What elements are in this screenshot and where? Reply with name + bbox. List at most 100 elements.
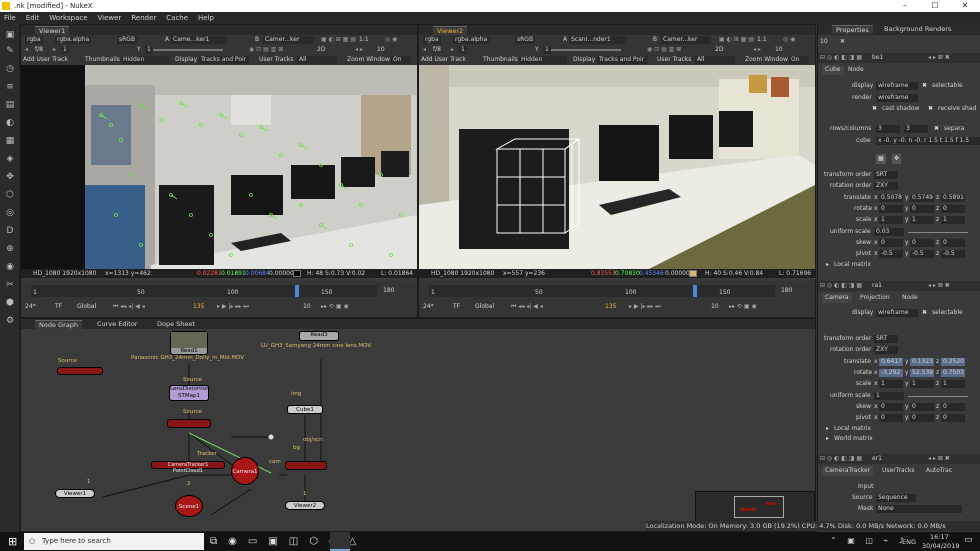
color-tool-icon[interactable]: ▤ (5, 100, 15, 110)
camera-translate-z-field[interactable]: 0.2520 (941, 358, 965, 366)
scanline-render-node-2[interactable] (285, 461, 327, 470)
camera-local-matrix-row[interactable]: ▸ Local matrix (818, 424, 980, 434)
user-tracks-dropdown[interactable]: All (297, 56, 337, 64)
pivot-y-field[interactable]: -0.5 (910, 250, 934, 258)
merge-tool-icon[interactable]: ◈ (5, 154, 15, 164)
gain-slider[interactable] (551, 49, 621, 51)
tab-node-graph[interactable]: Node Graph (35, 320, 82, 329)
tab-auto-tracks[interactable]: AutoTrac (926, 466, 952, 476)
y-field[interactable]: 1 (543, 46, 551, 54)
camera-transform-order-dropdown[interactable]: SRT (874, 335, 898, 343)
lens-distortion-node[interactable]: LensDistortion STMap1 (169, 385, 210, 401)
transport-back-icons[interactable]: ⏮ ◂◂ ◂| ◀ ◂ (511, 301, 543, 313)
metadata-tool-icon[interactable]: ⊕ (5, 244, 15, 254)
channels-dropdown[interactable]: rgba (423, 36, 441, 44)
timeline-track[interactable]: 1 50 100 150 (31, 285, 377, 297)
scale-y-field[interactable]: 1 (910, 216, 934, 224)
tab-camera[interactable]: Camera (822, 293, 852, 303)
user-tracks-dropdown[interactable]: All (695, 56, 735, 64)
cast-shadow-check-icon[interactable]: ✖ (872, 104, 877, 114)
frame-field[interactable]: 135 (193, 301, 204, 313)
notifications-icon[interactable]: ▭ (964, 535, 973, 545)
render-dropdown[interactable]: wireframe (876, 94, 918, 102)
camera-scale-y-field[interactable]: 1 (910, 380, 934, 388)
camera-uniform-scale-slider[interactable] (908, 396, 968, 397)
camera-translate-x-field[interactable]: 0.6417 (879, 358, 903, 366)
camera-pivot-x-field[interactable]: 0 (879, 414, 903, 422)
3d-tool-icon[interactable]: ⬡ (5, 190, 15, 200)
a-input-dropdown[interactable]: ScanI...nder1 (569, 36, 625, 44)
translate-z-field[interactable]: 0.5891 (941, 194, 965, 202)
cube1-node[interactable]: Cube1 (287, 405, 323, 414)
scanline-render-node[interactable] (167, 419, 211, 428)
filter-tool-icon[interactable]: ◐ (5, 118, 15, 128)
taskbar-nuke-icon[interactable] (330, 532, 350, 551)
viewer-tools-icons[interactable]: ◉ ⊡ ▤ ▥ ⊠ (647, 45, 681, 55)
playback-mode-icons[interactable]: ▸▸ ⟲ ▣ ◉ (729, 301, 757, 313)
cube-header-icons[interactable]: ⊟ ◎ ◐ ◧ ◨ ▦ (820, 53, 862, 63)
scene1-node[interactable]: Scene1 (175, 495, 203, 517)
ctracker-header-icons[interactable]: ⊟ ◎ ◐ ◧ ◨ ▦ (820, 454, 862, 464)
windows-start-icon[interactable]: ⊞ (8, 536, 20, 548)
columns-field[interactable]: 3 (904, 125, 928, 133)
fstop-dropdown[interactable]: f/8 (35, 45, 43, 55)
language-indicator[interactable]: ENG (902, 538, 916, 546)
cube-bounds-fields[interactable]: x -0. y -0. n -0. r 1.5 t 1.5 f 1.5 (876, 137, 980, 145)
camera1-node[interactable]: Camera1 (231, 457, 259, 485)
graph-navigator[interactable] (695, 491, 815, 523)
image-tool-icon[interactable]: ▣ (5, 30, 15, 40)
tab-user-tracks[interactable]: UserTracks (882, 466, 915, 476)
camera-skew-y-field[interactable]: 0 (910, 403, 934, 411)
pivot-z-field[interactable]: -0.5 (941, 250, 965, 258)
camera-icon[interactable]: ◎ ◉ (385, 35, 397, 45)
views-tool-icon[interactable]: ◎ (5, 208, 15, 218)
camera-tracker-node[interactable]: CameraTracker1 PointCloud1 (151, 461, 225, 474)
zoom-window-dropdown[interactable]: On (391, 56, 411, 64)
viewer2-node[interactable]: Viewer2 (285, 501, 325, 510)
fstop-dropdown[interactable]: f/8 (433, 45, 441, 55)
step-field[interactable]: 10 (303, 301, 311, 313)
transform-order-dropdown[interactable]: SRT (874, 171, 898, 179)
ratio-dropdown[interactable]: 1:1 (359, 35, 369, 45)
draw-tool-icon[interactable]: ✎ (5, 46, 15, 56)
camera-skew-z-field[interactable]: 0 (941, 403, 965, 411)
mode-dropdown[interactable]: 2D (715, 45, 723, 55)
translate-x-field[interactable]: 0.5078 (879, 194, 903, 202)
camera-uniform-scale-field[interactable]: 1 (874, 392, 904, 400)
viewer-tools-icons[interactable]: ◉ ⊡ ▤ ▥ ⊠ (249, 45, 283, 55)
minimize-button[interactable]: – (890, 0, 920, 12)
axis-icon[interactable]: ▦ (876, 154, 886, 164)
transport-back-icons[interactable]: ⏮ ◂◂ ◂| ◀ ◂ (113, 301, 145, 313)
zoom-field[interactable]: 10 (377, 45, 385, 55)
camera-header-icons[interactable]: ⊟ ◎ ◐ ◧ ◨ ▦ (820, 281, 862, 291)
timeline-track[interactable]: 1 50 100 150 (429, 285, 775, 297)
tab-camera-node[interactable]: Node (902, 293, 918, 303)
camera-selectable-check-icon[interactable]: ✖ (922, 308, 927, 318)
tab-viewer1[interactable]: Viewer1 (35, 26, 70, 35)
toolsets-tool-icon[interactable]: ✂ (5, 280, 15, 290)
alpha-dropdown[interactable]: rgba.alpha (55, 36, 92, 44)
cube-node-name[interactable]: be1 (872, 53, 883, 63)
tab-camera-tracker[interactable]: CameraTracker (822, 466, 874, 476)
translate-y-field[interactable]: 0.5749 (910, 194, 934, 202)
frame-field[interactable]: 135 (605, 301, 616, 313)
viewer-icons[interactable]: ▣ ◐ ⊞ ▦ ▤ (321, 35, 356, 45)
deep-tool-icon[interactable]: D (5, 226, 15, 236)
tab-properties[interactable]: Properties (832, 25, 873, 34)
source-node-left[interactable]: Source (57, 358, 103, 375)
viewer1-image[interactable] (21, 65, 417, 269)
transform-tool-icon[interactable]: ✥ (5, 172, 15, 182)
menu-workspace[interactable]: Workspace (49, 12, 87, 24)
camera-rotate-x-field[interactable]: -3.292 (879, 369, 903, 377)
zoom-icons[interactable]: ◂ ▸ (355, 45, 363, 55)
skew-y-field[interactable]: 0 (910, 239, 934, 247)
range-dropdown[interactable]: Global (475, 301, 494, 313)
tab-cube-node[interactable]: Node (848, 65, 864, 75)
thumbnails-dropdown[interactable]: Hidden (519, 56, 567, 64)
mask-dropdown[interactable]: None (876, 505, 962, 513)
mode-dropdown[interactable]: 2D (317, 45, 325, 55)
playhead[interactable] (295, 285, 299, 297)
menu-edit[interactable]: Edit (26, 12, 40, 24)
scale-z-field[interactable]: 1 (941, 216, 965, 224)
transport-fwd-icons[interactable]: ▸ ▶ |▸ ▸▸ ⏭ (217, 301, 249, 313)
